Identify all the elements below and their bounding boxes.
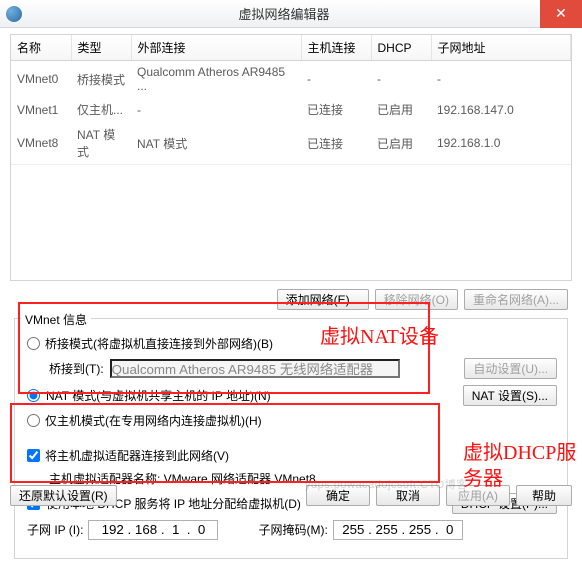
add-network-button[interactable]: 添加网络(E)... — [277, 289, 369, 310]
cell-host: 已连接 — [301, 97, 371, 122]
subnet-row: 子网 IP (I): 子网掩码(M): — [27, 520, 557, 540]
cell-type: 仅主机... — [71, 97, 131, 122]
subnet-mask-input[interactable] — [333, 520, 463, 540]
host-adapter-checkbox[interactable] — [27, 449, 40, 462]
cell-subnet: 192.168.1.0 — [431, 122, 571, 165]
cell-name: VMnet1 — [11, 97, 71, 122]
bridge-radio[interactable] — [27, 337, 40, 350]
app-icon — [6, 6, 22, 22]
host-adapter-name-row: 主机虚拟适配器名称: VMware 网络适配器 VMnet8 — [49, 470, 557, 487]
table-spacer — [11, 165, 571, 280]
apply-button[interactable]: 应用(A) — [446, 485, 510, 506]
bridge-label: 桥接模式(将虚拟机直接连接到外部网络)(B) — [45, 335, 273, 352]
host-adapter-name: 主机虚拟适配器名称: VMware 网络适配器 VMnet8 — [49, 470, 316, 487]
cell-type: 桥接模式 — [71, 61, 131, 98]
host-adapter-row[interactable]: 将主机虚拟适配器连接到此网络(V) — [27, 447, 557, 464]
cell-name: VMnet8 — [11, 122, 71, 165]
nat-mode-row[interactable]: NAT 模式(与虚拟机共享主机的 IP 地址)(N) NAT 设置(S)... — [27, 385, 557, 406]
cancel-button[interactable]: 取消 — [376, 485, 440, 506]
col-dhcp[interactable]: DHCP — [371, 35, 431, 61]
window-title: 虚拟网络编辑器 — [28, 4, 540, 23]
cell-ext: NAT 模式 — [131, 122, 301, 165]
nat-radio[interactable] — [27, 389, 40, 402]
bottom-bar: 还原默认设置(R) 确定 取消 应用(A) 帮助 — [10, 485, 572, 506]
hostonly-label: 仅主机模式(在专用网络内连接虚拟机)(H) — [45, 412, 262, 429]
col-name[interactable]: 名称 — [11, 35, 71, 61]
bridge-mode-row[interactable]: 桥接模式(将虚拟机直接连接到外部网络)(B) — [27, 335, 557, 352]
cell-dhcp: 已启用 — [371, 97, 431, 122]
cell-ext: - — [131, 97, 301, 122]
subnet-ip-label: 子网 IP (I): — [27, 521, 83, 538]
remove-network-button[interactable]: 移除网络(O) — [375, 289, 458, 310]
cell-ext: Qualcomm Atheros AR9485 ... — [131, 61, 301, 98]
networks-table-wrap: 名称 类型 外部连接 主机连接 DHCP 子网地址 VMnet0 桥接模式 Qu… — [10, 34, 572, 281]
networks-table: 名称 类型 外部连接 主机连接 DHCP 子网地址 VMnet0 桥接模式 Qu… — [11, 35, 571, 280]
nat-settings-button[interactable]: NAT 设置(S)... — [463, 385, 557, 406]
cell-subnet: 192.168.147.0 — [431, 97, 571, 122]
col-ext[interactable]: 外部连接 — [131, 35, 301, 61]
bridge-adapter-select[interactable] — [110, 359, 400, 378]
help-button[interactable]: 帮助 — [516, 485, 572, 506]
table-buttons: 添加网络(E)... 移除网络(O) 重命名网络(A)... — [10, 281, 572, 316]
fieldset-legend: VMnet 信息 — [21, 311, 91, 328]
subnet-mask-label: 子网掩码(M): — [258, 521, 327, 538]
titlebar: 虚拟网络编辑器 ✕ — [0, 0, 582, 28]
table-row[interactable]: VMnet1 仅主机... - 已连接 已启用 192.168.147.0 — [11, 97, 571, 122]
auto-settings-button[interactable]: 自动设置(U)... — [464, 358, 557, 379]
hostonly-mode-row[interactable]: 仅主机模式(在专用网络内连接虚拟机)(H) — [27, 412, 557, 429]
cell-name: VMnet0 — [11, 61, 71, 98]
col-host[interactable]: 主机连接 — [301, 35, 371, 61]
subnet-ip-input[interactable] — [88, 520, 218, 540]
cell-host: 已连接 — [301, 122, 371, 165]
close-button[interactable]: ✕ — [540, 0, 582, 28]
vmnet-info-fieldset: VMnet 信息 桥接模式(将虚拟机直接连接到外部网络)(B) 桥接到(T): … — [14, 318, 568, 559]
table-row[interactable]: VMnet8 NAT 模式 NAT 模式 已连接 已启用 192.168.1.0 — [11, 122, 571, 165]
host-adapter-label: 将主机虚拟适配器连接到此网络(V) — [45, 447, 229, 464]
ok-button[interactable]: 确定 — [306, 485, 370, 506]
nat-label: NAT 模式(与虚拟机共享主机的 IP 地址)(N) — [46, 387, 271, 404]
cell-type: NAT 模式 — [71, 122, 131, 165]
cell-dhcp: 已启用 — [371, 122, 431, 165]
col-subnet[interactable]: 子网地址 — [431, 35, 571, 61]
bridge-to-row: 桥接到(T): 自动设置(U)... — [49, 358, 557, 379]
cell-host: - — [301, 61, 371, 98]
col-type[interactable]: 类型 — [71, 35, 131, 61]
table-row[interactable]: VMnet0 桥接模式 Qualcomm Atheros AR9485 ... … — [11, 61, 571, 98]
cell-subnet: - — [431, 61, 571, 98]
bridge-to-label: 桥接到(T): — [49, 360, 104, 377]
restore-defaults-button[interactable]: 还原默认设置(R) — [10, 485, 117, 506]
hostonly-radio[interactable] — [27, 414, 40, 427]
cell-dhcp: - — [371, 61, 431, 98]
rename-network-button[interactable]: 重命名网络(A)... — [464, 289, 568, 310]
